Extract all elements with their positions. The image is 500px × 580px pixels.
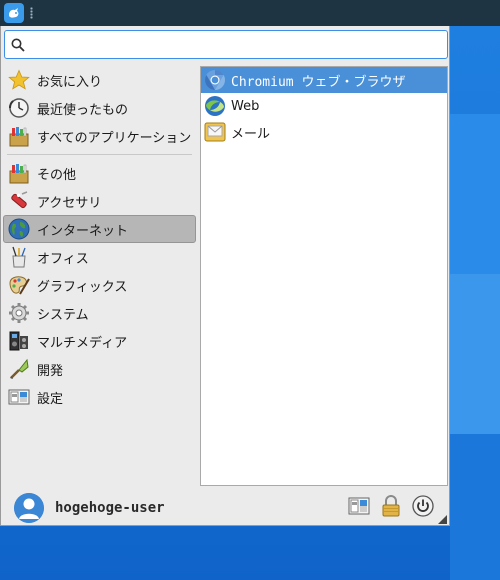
clock-icon: [8, 97, 30, 119]
user-icon: [14, 493, 44, 523]
lock-screen-button[interactable]: [379, 494, 403, 518]
wallpaper-block: [450, 114, 500, 274]
accessories-icon: [8, 190, 30, 212]
app-item-mail[interactable]: メール: [201, 119, 447, 145]
system-gear-icon: [8, 302, 30, 324]
star-icon: [8, 69, 30, 91]
web-browser-icon: [204, 95, 226, 117]
app-item-chromium[interactable]: Chromium ウェブ・ブラウザ: [201, 67, 447, 93]
category-system[interactable]: システム: [3, 299, 196, 327]
category-label: 設定: [37, 391, 64, 407]
category-label: アクセサリ: [37, 195, 102, 211]
search-input[interactable]: [29, 31, 447, 58]
category-label: マルチメディア: [37, 335, 128, 351]
graphics-icon: [8, 274, 30, 296]
settings-icon: [348, 497, 370, 515]
category-label: システム: [37, 307, 89, 323]
category-label: すべてのアプリケーション: [37, 130, 192, 146]
whisker-menu-button[interactable]: [4, 3, 24, 23]
app-label: メール: [231, 126, 271, 142]
panel-drag-handle[interactable]: [30, 7, 33, 19]
xfce-mouse-icon: [9, 8, 19, 18]
category-office[interactable]: オフィス: [3, 243, 196, 271]
office-icon: [8, 246, 30, 268]
top-panel: [0, 0, 500, 26]
lock-icon: [382, 495, 400, 517]
category-separator: [7, 154, 192, 155]
resize-grip[interactable]: [438, 515, 447, 524]
mail-icon: [204, 121, 226, 143]
menu-footer: hogehoge-user: [1, 490, 449, 526]
category-label: お気に入り: [37, 74, 103, 90]
search-box[interactable]: [4, 30, 448, 59]
category-label: オフィス: [37, 251, 89, 267]
username-label: hogehoge-user: [55, 500, 165, 516]
power-button[interactable]: [411, 494, 435, 518]
development-icon: [8, 358, 30, 380]
category-label: グラフィックス: [37, 279, 128, 295]
wallpaper-block: [450, 434, 500, 580]
app-label: Chromium ウェブ・ブラウザ: [231, 74, 406, 90]
category-all-applications[interactable]: すべてのアプリケーション: [3, 122, 196, 150]
category-list: お気に入り 最近使ったもの すべてのアプリケーション その他 アクセサリ インタ…: [3, 66, 196, 411]
application-list: Chromium ウェブ・ブラウザ Web メール: [200, 66, 448, 486]
misc-icon: [8, 162, 30, 184]
power-icon: [412, 495, 434, 517]
category-label: インターネット: [37, 223, 129, 239]
globe-icon: [8, 218, 30, 240]
search-icon: [11, 38, 25, 52]
settings-manager-button[interactable]: [347, 494, 371, 518]
chromium-icon: [204, 69, 226, 91]
app-label: Web: [231, 98, 260, 114]
category-accessories[interactable]: アクセサリ: [3, 187, 196, 215]
category-favorites[interactable]: お気に入り: [3, 66, 196, 94]
apps-icon: [8, 125, 30, 147]
wallpaper-block: [450, 274, 500, 434]
category-multimedia[interactable]: マルチメディア: [3, 327, 196, 355]
multimedia-icon: [8, 330, 30, 352]
category-misc[interactable]: その他: [3, 159, 196, 187]
category-development[interactable]: 開発: [3, 355, 196, 383]
user-avatar[interactable]: [14, 493, 44, 523]
settings-icon: [8, 386, 30, 408]
category-label: 最近使ったもの: [37, 102, 129, 118]
category-graphics[interactable]: グラフィックス: [3, 271, 196, 299]
whisker-menu: お気に入り 最近使ったもの すべてのアプリケーション その他 アクセサリ インタ…: [0, 26, 450, 526]
app-item-web[interactable]: Web: [201, 93, 447, 119]
category-label: その他: [37, 167, 77, 183]
category-internet[interactable]: インターネット: [3, 215, 196, 243]
category-label: 開発: [37, 363, 64, 379]
category-settings[interactable]: 設定: [3, 383, 196, 411]
category-recent[interactable]: 最近使ったもの: [3, 94, 196, 122]
